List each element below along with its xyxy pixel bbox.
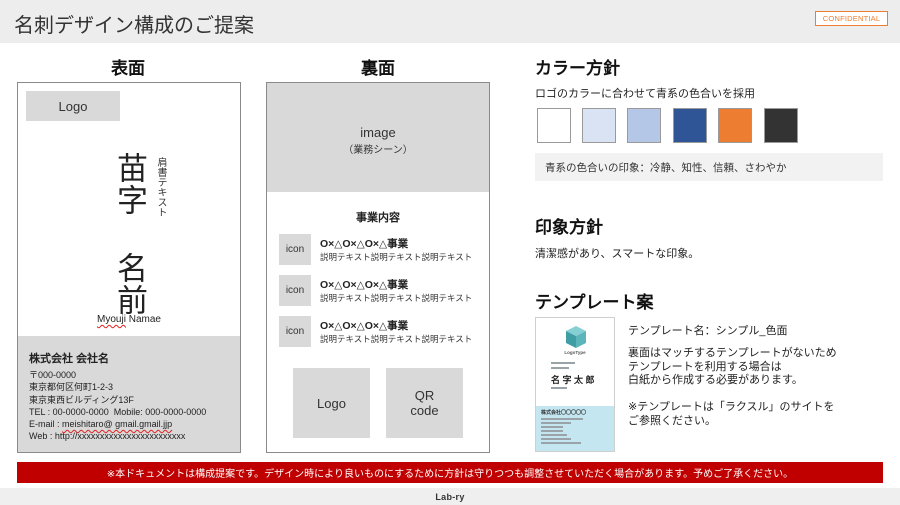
- color-policy-description: ロゴのカラーに合わせて青系の色合いを採用: [535, 88, 755, 100]
- email-label: E-mail :: [29, 419, 63, 430]
- thumbnail-text-line: [551, 367, 569, 369]
- image-caption: （業務シーン）: [343, 145, 413, 156]
- color-impression-box: 青系の色合いの印象：冷静、知性、信頼、さわやか: [535, 153, 883, 181]
- image-label: image: [360, 125, 396, 140]
- card-name-vertical: 苗字 名前: [112, 152, 147, 316]
- thumbnail-text-line: [541, 438, 571, 440]
- qr-label-line-2: code: [410, 403, 439, 418]
- thumbnail-text-line: [541, 430, 563, 432]
- thumbnail-company: 株式会社〇〇〇〇〇: [541, 410, 587, 416]
- company-name: 株式会社 会社名: [29, 353, 110, 365]
- color-swatch: [718, 108, 752, 143]
- business-item-title: O×△O×△O×△事業: [320, 238, 409, 250]
- confidential-badge: CONFIDENTIAL: [815, 11, 888, 26]
- front-logo-placeholder: Logo: [26, 91, 120, 121]
- template-note-line: テンプレートを利用する場合は: [628, 360, 782, 373]
- business-item-title: O×△O×△O×△事業: [320, 320, 409, 332]
- color-swatch: [764, 108, 798, 143]
- template-thumbnail: LogoType 名 字 太 郎 株式会社〇〇〇〇〇: [535, 317, 615, 452]
- thumbnail-color-band: 株式会社〇〇〇〇〇: [536, 406, 614, 451]
- front-heading: 表面: [111, 59, 145, 78]
- business-item-description: 説明テキスト説明テキスト説明テキスト: [320, 334, 473, 344]
- color-swatch: [582, 108, 616, 143]
- disclaimer-banner: ※本ドキュメントは構成提案です。デザイン時により良いものにするために方針は守りつ…: [17, 462, 883, 483]
- web-line: Web : http://xxxxxxxxxxxxxxxxxxxxxxxx: [29, 431, 186, 442]
- brand-logo: Lab-ry: [435, 491, 465, 502]
- back-image-placeholder: image （業務シーン）: [267, 83, 489, 192]
- thumbnail-text-line: [541, 434, 567, 436]
- business-item-title: O×△O×△O×△事業: [320, 279, 409, 291]
- impression-policy-heading: 印象方針: [535, 218, 603, 237]
- thumbnail-name: 名 字 太 郎: [551, 375, 595, 385]
- color-swatch: [537, 108, 571, 143]
- back-logo-placeholder: Logo: [293, 368, 370, 438]
- back-heading: 裏面: [361, 59, 395, 78]
- card-name-romaji: Myouji Namae: [17, 314, 241, 325]
- template-caution-line: ご参照ください。: [628, 414, 716, 427]
- impression-policy-description: 清潔感があり、スマートな印象。: [535, 248, 700, 260]
- template-caution-line: ※テンプレートは「ラクスル」のサイトを: [628, 401, 835, 413]
- postal-code: 〒000-0000: [29, 370, 77, 380]
- color-swatch: [673, 108, 707, 143]
- template-heading: テンプレート案: [535, 293, 654, 312]
- thumbnail-text-line: [541, 422, 571, 424]
- thumbnail-logotype: LogoType: [564, 350, 586, 355]
- thumbnail-text-line: [541, 426, 563, 428]
- template-caution: ※テンプレートは「ラクスル」のサイトを ご参照ください。: [628, 401, 835, 428]
- address-line-2: 東京東西ビルディング13F: [29, 394, 134, 405]
- thumbnail-text-line: [541, 442, 581, 444]
- page-title: 名刺デザイン構成のご提案: [14, 15, 254, 37]
- contact-block: 〒000-0000 東京都何区何町1-2-3 東京東西ビルディング13F TEL…: [29, 369, 206, 443]
- thumbnail-text-line: [541, 418, 583, 420]
- footer-bar: Lab-ry: [0, 488, 900, 505]
- phone-line: TEL : 00-0000-0000 Mobile: 000-0000-0000: [29, 406, 207, 417]
- business-heading: 事業内容: [356, 212, 400, 224]
- color-swatch: [627, 108, 661, 143]
- thumbnail-text-line: [551, 362, 575, 364]
- thumbnail-text-line: [551, 387, 567, 389]
- card-job-title-vertical: 肩書テキスト: [155, 157, 166, 217]
- template-note-line: 白紙から作成する必要があります。: [628, 374, 803, 386]
- template-name: テンプレート名：シンプル_色面: [628, 325, 788, 337]
- address-line-1: 東京都何区何町1-2-3: [29, 382, 114, 393]
- template-note: 裏面はマッチするテンプレートがないため テンプレートを利用する場合は 白紙から作…: [628, 347, 837, 388]
- email-line: E-mail : meishitaro@ gmail.gmail.jjp: [29, 418, 206, 430]
- romaji-last: Namae: [128, 314, 161, 325]
- color-impression-text: 青系の色合いの印象：冷静、知性、信頼、さわやか: [545, 161, 787, 174]
- email-value: meishitaro@ gmail.gmail.jjp: [62, 419, 173, 430]
- qr-label-line-1: QR: [414, 388, 435, 403]
- business-item-description: 説明テキスト説明テキスト説明テキスト: [320, 252, 473, 262]
- color-policy-heading: カラー方針: [535, 59, 620, 78]
- business-icon-placeholder: icon: [279, 275, 311, 306]
- business-icon-placeholder: icon: [279, 234, 311, 265]
- qr-code-placeholder: QR code: [386, 368, 463, 438]
- template-note-line: 裏面はマッチするテンプレートがないため: [628, 347, 837, 359]
- business-icon-placeholder: icon: [279, 316, 311, 347]
- cube-icon: [566, 326, 586, 348]
- romaji-first: Myouji: [97, 314, 126, 325]
- business-item-description: 説明テキスト説明テキスト説明テキスト: [320, 293, 473, 303]
